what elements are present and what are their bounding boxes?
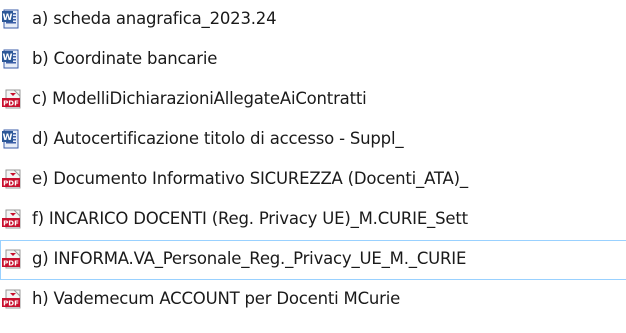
file-item-b[interactable]: W b) Coordinate bancarie (0, 40, 626, 80)
pdf-document-icon: PDF (2, 169, 21, 189)
file-name: h) Vademecum ACCOUNT per Docenti MCurie (32, 289, 401, 308)
file-name: e) Documento Informativo SICUREZZA (Doce… (32, 169, 468, 188)
svg-text:PDF: PDF (3, 300, 19, 308)
file-item-d[interactable]: W d) Autocertificazione titolo di access… (0, 120, 626, 160)
pdf-document-icon: PDF (2, 289, 21, 309)
file-item-f[interactable]: PDF f) INCARICO DOCENTI (Reg. Privacy UE… (0, 200, 626, 240)
file-name: f) INCARICO DOCENTI (Reg. Privacy UE)_M.… (32, 209, 468, 228)
file-item-c[interactable]: PDF c) ModelliDichiarazioniAllegateAiCon… (0, 80, 626, 120)
svg-text:PDF: PDF (3, 100, 19, 108)
svg-text:PDF: PDF (3, 220, 19, 228)
file-name: c) ModelliDichiarazioniAllegateAiContrat… (32, 89, 367, 108)
svg-text:W: W (3, 53, 13, 63)
file-name: a) scheda anagrafica_2023.24 (32, 9, 277, 28)
pdf-document-icon: PDF (2, 249, 21, 269)
file-item-e[interactable]: PDF e) Documento Informativo SICUREZZA (… (0, 160, 626, 200)
svg-text:PDF: PDF (3, 180, 19, 188)
pdf-document-icon: PDF (2, 209, 21, 229)
file-item-g[interactable]: PDF g) INFORMA.VA_Personale_Reg._Privacy… (0, 240, 626, 280)
pdf-document-icon: PDF (2, 89, 21, 109)
file-list: W a) scheda anagrafica_2023.24 W b) Coor… (0, 0, 626, 333)
file-name: b) Coordinate bancarie (32, 49, 218, 68)
word-document-icon: W (2, 49, 19, 69)
file-name: g) INFORMA.VA_Personale_Reg._Privacy_UE_… (32, 249, 467, 268)
svg-text:W: W (3, 13, 13, 23)
file-item-h[interactable]: PDF h) Vademecum ACCOUNT per Docenti MCu… (0, 280, 626, 320)
file-name: d) Autocertificazione titolo di accesso … (32, 129, 404, 148)
word-document-icon: W (2, 9, 19, 29)
word-document-icon: W (2, 129, 19, 149)
file-item-a[interactable]: W a) scheda anagrafica_2023.24 (0, 0, 626, 40)
svg-text:PDF: PDF (3, 260, 19, 268)
svg-text:W: W (3, 133, 13, 143)
